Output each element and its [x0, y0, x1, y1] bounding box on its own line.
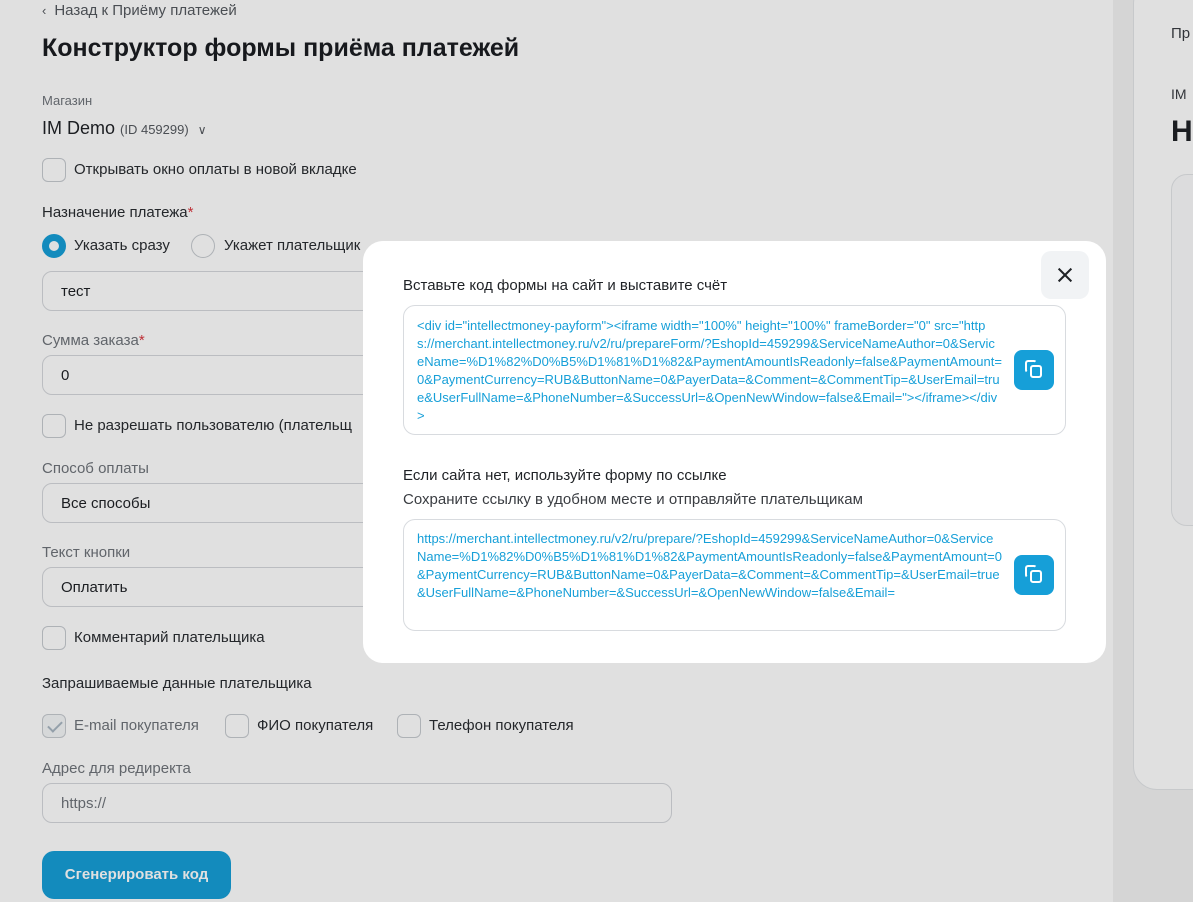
- copy-code-button[interactable]: [1014, 350, 1054, 390]
- link-text[interactable]: https://merchant.intellectmoney.ru/v2/ru…: [417, 530, 1002, 602]
- copy-link-button[interactable]: [1014, 555, 1054, 595]
- copy-icon-front: [1030, 365, 1042, 378]
- code-modal: Вставьте код формы на сайт и выставите с…: [363, 241, 1106, 663]
- modal-link-heading: Если сайта нет, используйте форму по ссы…: [403, 467, 727, 484]
- link-box[interactable]: https://merchant.intellectmoney.ru/v2/ru…: [403, 519, 1066, 631]
- copy-icon-front: [1030, 570, 1042, 583]
- code-box[interactable]: <div id="intellectmoney-payform"><iframe…: [403, 305, 1066, 435]
- modal-link-subtitle: Сохраните ссылку в удобном месте и отпра…: [403, 491, 863, 508]
- code-text[interactable]: <div id="intellectmoney-payform"><iframe…: [417, 317, 1002, 425]
- modal-code-heading: Вставьте код формы на сайт и выставите с…: [403, 277, 728, 294]
- close-icon[interactable]: [1041, 251, 1089, 299]
